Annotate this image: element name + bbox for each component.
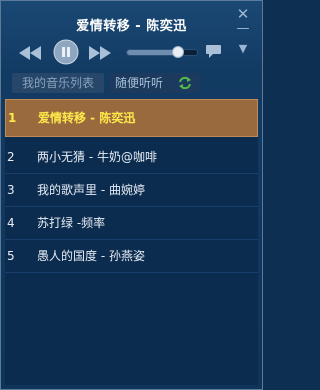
tab-random-listen-label: 随便听听 [115, 76, 164, 90]
song-row-1[interactable]: 1 爱情转移 - 陈奕迅 [5, 99, 258, 137]
volume-slider-knob[interactable] [172, 46, 185, 58]
chat-button[interactable] [205, 44, 222, 63]
song-index: 2 [7, 150, 15, 164]
song-name: 我的歌声里 - 曲婉婷 [37, 183, 145, 197]
next-icon [89, 46, 111, 60]
pause-button[interactable] [53, 39, 79, 69]
tab-random-listen[interactable]: 随便听听 [109, 73, 200, 93]
player-window: 爱情转移 - 陈奕迅 ✕ — ▼ 我的音乐列表 随便听听 1 爱情转移 - 陈奕… [0, 0, 263, 390]
minimize-button[interactable]: — [236, 22, 250, 36]
song-row-2[interactable]: 2 两小无猜 - 牛奶@咖啡 [5, 141, 258, 174]
close-button[interactable]: ✕ [236, 7, 250, 22]
song-name: 愚人的国度 - 孙燕姿 [37, 249, 145, 263]
song-index: 3 [7, 183, 15, 197]
previous-icon [19, 46, 41, 60]
tab-my-playlist[interactable]: 我的音乐列表 [12, 73, 104, 93]
pause-icon [53, 39, 79, 65]
next-button[interactable] [89, 45, 111, 64]
song-index: 4 [7, 216, 15, 230]
song-row-4[interactable]: 4 苏打绿 -频率 [5, 207, 258, 240]
song-index: 1 [8, 111, 17, 125]
song-name: 爱情转移 - 陈奕迅 [38, 111, 136, 125]
song-name: 苏打绿 -频率 [37, 216, 106, 230]
song-list: 1 爱情转移 - 陈奕迅 2 两小无猜 - 牛奶@咖啡 3 我的歌声里 - 曲婉… [5, 99, 258, 385]
chat-bubble-icon [206, 45, 221, 58]
song-title: 爱情转移 - 陈奕迅 [76, 19, 187, 34]
volume-slider[interactable] [126, 46, 198, 58]
collapse-button[interactable]: ▼ [236, 42, 250, 56]
playback-controls [15, 39, 225, 65]
song-row-5[interactable]: 5 愚人的国度 - 孙燕姿 [5, 240, 258, 273]
song-row-3[interactable]: 3 我的歌声里 - 曲婉婷 [5, 174, 258, 207]
previous-button[interactable] [19, 45, 41, 64]
volume-slider-fill [127, 50, 178, 55]
song-index: 5 [7, 249, 15, 263]
song-name: 两小无猜 - 牛奶@咖啡 [37, 150, 157, 164]
refresh-icon[interactable] [178, 76, 192, 90]
